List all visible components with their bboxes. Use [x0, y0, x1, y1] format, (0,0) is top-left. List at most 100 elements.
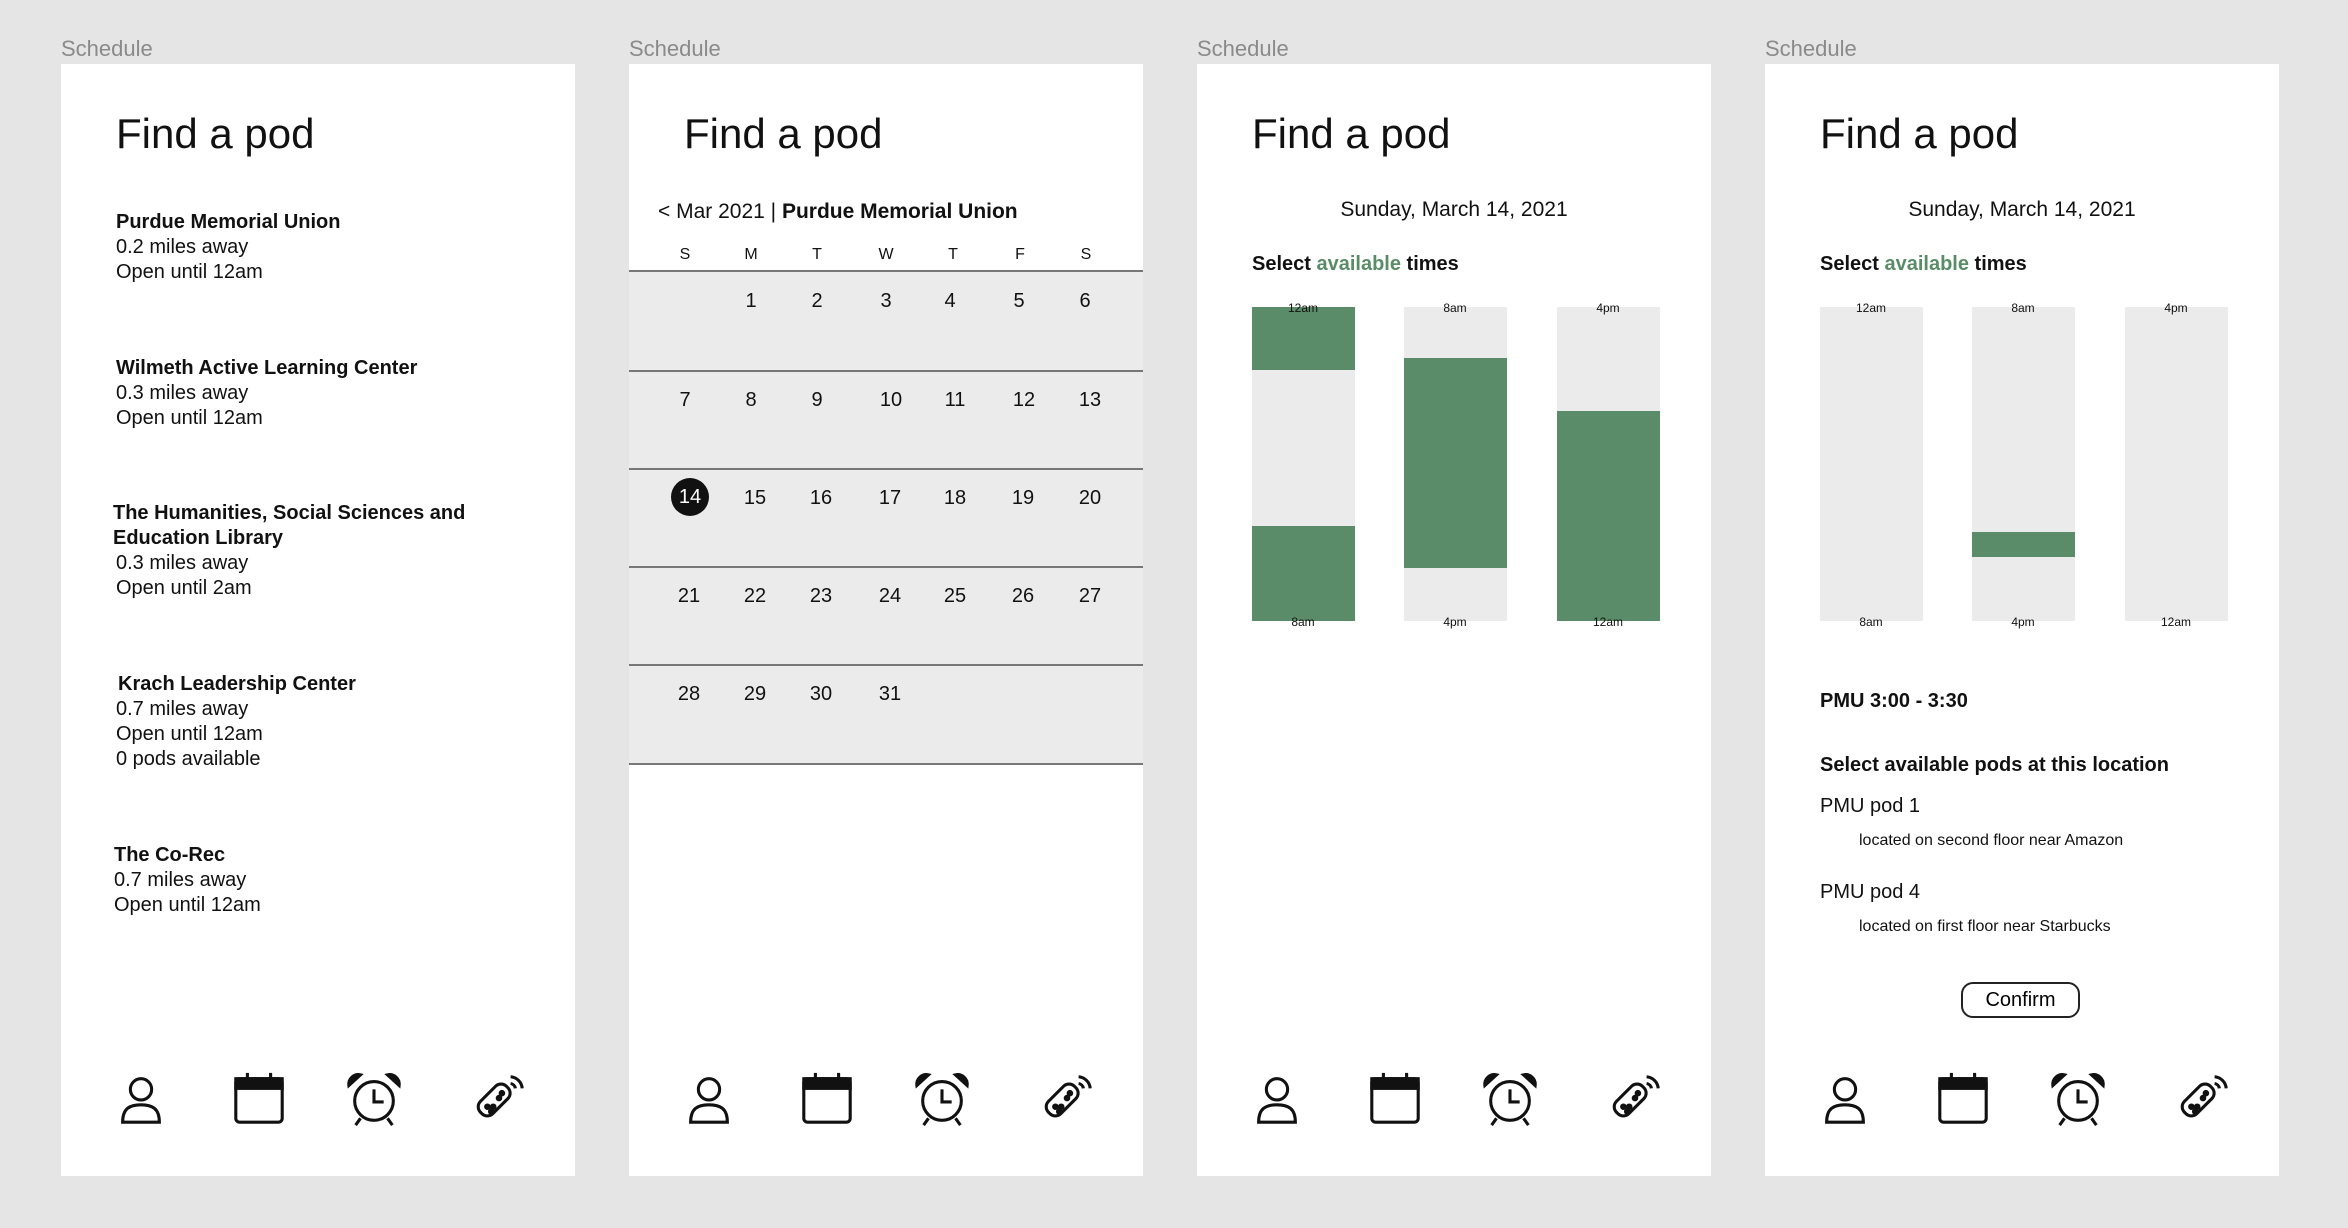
remote-icon[interactable] [1038, 1070, 1096, 1128]
confirm-button[interactable]: Confirm [1961, 982, 2080, 1018]
calendar-day[interactable]: 31 [870, 683, 910, 706]
calendar-day[interactable]: 24 [870, 585, 910, 608]
weekday-label: W [878, 246, 894, 263]
calendar-day[interactable]: 18 [935, 487, 975, 510]
select-times-heading: Select available times [1252, 253, 1459, 275]
calendar-day[interactable]: 21 [669, 585, 709, 608]
location-pods: 0 pods available [116, 748, 261, 770]
calendar-day[interactable]: 5 [999, 290, 1039, 313]
calendar-day[interactable]: 1 [731, 290, 771, 313]
calendar-day[interactable]: 12 [1004, 389, 1044, 412]
weekday-label: M [744, 246, 758, 263]
profile-icon[interactable] [680, 1070, 738, 1128]
location-distance: 0.7 miles away [114, 869, 247, 891]
calendar-icon[interactable] [798, 1070, 856, 1128]
time-column[interactable] [1820, 307, 1923, 621]
calendar-day[interactable]: 30 [801, 683, 841, 706]
time-column[interactable] [1404, 307, 1507, 621]
calendar-day[interactable]: 11 [935, 389, 975, 412]
alarm-clock-icon[interactable] [2049, 1070, 2107, 1128]
weekday-label: S [679, 246, 691, 263]
page-title: Find a pod [1820, 110, 2019, 157]
profile-icon[interactable] [1248, 1070, 1306, 1128]
location-name: Purdue Memorial Union [116, 211, 341, 233]
calendar-day[interactable]: 8 [731, 389, 771, 412]
available-block[interactable] [1252, 307, 1355, 370]
calendar-day[interactable]: 28 [669, 683, 709, 706]
available-block[interactable] [1252, 526, 1355, 621]
calendar-day[interactable]: 2 [797, 290, 837, 313]
pod-option[interactable]: PMU pod 4 [1820, 881, 1920, 904]
alarm-clock-icon[interactable] [345, 1070, 403, 1128]
alarm-clock-icon[interactable] [1481, 1070, 1539, 1128]
time-column[interactable] [2125, 307, 2228, 621]
location-hours: Open until 12am [116, 407, 263, 429]
pod-option[interactable]: PMU pod 1 [1820, 795, 1920, 818]
pods-heading: Select available pods at this location [1820, 754, 2169, 776]
week-divider [629, 566, 1143, 568]
calendar-day[interactable]: 27 [1070, 585, 1110, 608]
time-column[interactable] [1972, 307, 2075, 621]
location-distance: 0.3 miles away [116, 382, 249, 404]
weekday-label: T [812, 246, 822, 263]
profile-icon[interactable] [1816, 1070, 1874, 1128]
calendar-day[interactable]: 6 [1065, 290, 1105, 313]
remote-icon[interactable] [1606, 1070, 1664, 1128]
time-tick-label: 8am [1859, 615, 1883, 629]
calendar-location: Purdue Memorial Union [781, 200, 1018, 223]
calendar-icon[interactable] [1366, 1070, 1424, 1128]
week-divider [629, 763, 1143, 765]
calendar-day[interactable]: 9 [797, 389, 837, 412]
calendar-day[interactable]: 26 [1003, 585, 1043, 608]
location-distance: 0.2 miles away [116, 236, 249, 258]
week-divider [629, 370, 1143, 372]
time-column[interactable] [1557, 307, 1660, 621]
calendar-day[interactable]: 23 [801, 585, 841, 608]
select-times-heading: Select available times [1820, 253, 2027, 275]
remote-icon[interactable] [470, 1070, 528, 1128]
pod-description: located on first floor near Starbucks [1859, 918, 2111, 935]
time-tick-label: 12am [1287, 301, 1319, 315]
calendar-day[interactable]: 19 [1003, 487, 1043, 510]
calendar-day[interactable]: 7 [665, 389, 705, 412]
calendar-day[interactable]: 25 [935, 585, 975, 608]
selected-slot-block[interactable] [1972, 532, 2075, 557]
page-title: Find a pod [1252, 110, 1451, 157]
weekday-label: F [1015, 246, 1025, 263]
location-item[interactable]: Wilmeth Active Learning Center 0.3 miles… [116, 356, 417, 431]
screen-calendar: Find a pod < Mar 2021 | Purdue Memorial … [629, 64, 1143, 1176]
profile-icon[interactable] [112, 1070, 170, 1128]
calendar-day[interactable]: 29 [735, 683, 775, 706]
available-block[interactable] [1404, 358, 1507, 568]
time-column[interactable] [1252, 307, 1355, 621]
alarm-clock-icon[interactable] [913, 1070, 971, 1128]
calendar-icon[interactable] [1934, 1070, 1992, 1128]
calendar-day[interactable]: 4 [930, 290, 970, 313]
calendar-day[interactable]: 10 [871, 389, 911, 412]
calendar-day[interactable]: 13 [1070, 389, 1110, 412]
screen-time-select: Find a pod Sunday, March 14, 2021 Select… [1197, 64, 1711, 1176]
time-tick-label: 4pm [1596, 301, 1620, 315]
calendar-day[interactable]: 16 [801, 487, 841, 510]
location-hours: Open until 12am [116, 261, 263, 283]
calendar-day-selected[interactable]: 14 [671, 478, 709, 516]
location-item[interactable]: Krach Leadership Center 0.7 miles away O… [116, 672, 356, 772]
week-divider [629, 270, 1143, 272]
calendar-day[interactable]: 15 [735, 487, 775, 510]
location-item[interactable]: The Humanities, Social Sciences and Educ… [113, 501, 465, 601]
calendar-day[interactable]: 17 [870, 487, 910, 510]
remote-icon[interactable] [2174, 1070, 2232, 1128]
time-tick-label: 4pm [1443, 615, 1467, 629]
month-back-link[interactable]: < Mar 2021 | [658, 200, 782, 223]
calendar-day[interactable]: 22 [735, 585, 775, 608]
page-title: Find a pod [116, 110, 315, 157]
location-item[interactable]: The Co-Rec 0.7 miles away Open until 12a… [114, 843, 261, 918]
calendar-day[interactable]: 3 [866, 290, 906, 313]
time-tick-label: 8am [1291, 615, 1315, 629]
calendar-day[interactable]: 20 [1070, 487, 1110, 510]
calendar-icon[interactable] [230, 1070, 288, 1128]
time-tick-label: 12am [1592, 615, 1624, 629]
available-block[interactable] [1557, 411, 1660, 621]
location-item[interactable]: Purdue Memorial Union 0.2 miles away Ope… [116, 210, 340, 285]
location-distance: 0.3 miles away [116, 552, 249, 574]
